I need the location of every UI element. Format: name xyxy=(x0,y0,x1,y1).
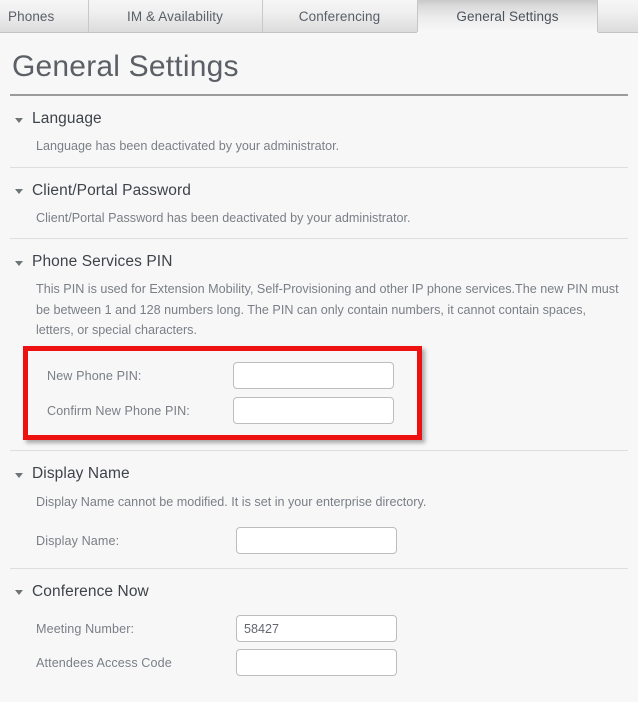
display-name-label: Display Name: xyxy=(36,533,120,548)
section-display-name-description: Display Name cannot be modified. It is s… xyxy=(36,494,427,509)
tab-conferencing[interactable]: Conferencing xyxy=(262,0,417,32)
phone-pin-fields: New Phone PIN: Confirm New Phone PIN: xyxy=(28,351,417,435)
section-phone-services-pin-description: This PIN is used for Extension Mobility,… xyxy=(36,282,619,338)
section-conference-now-header[interactable]: Conference Now xyxy=(10,583,628,600)
tab-general-settings[interactable]: General Settings xyxy=(417,0,598,33)
section-phone-services-pin: Phone Services PIN This PIN is used for … xyxy=(10,238,628,450)
caret-down-icon xyxy=(14,186,24,196)
tab-im-availability[interactable]: IM & Availability xyxy=(88,0,262,32)
attendees-access-code-input[interactable] xyxy=(236,649,397,677)
caret-down-icon xyxy=(14,115,24,125)
section-language: Language Language has been deactivated b… xyxy=(10,96,628,166)
tab-bar-filler xyxy=(598,0,638,32)
meeting-number-input[interactable] xyxy=(236,615,397,643)
field-row-confirm-new-phone-pin: Confirm New Phone PIN: xyxy=(47,393,417,428)
field-row-display-name: Display Name: xyxy=(36,524,628,558)
caret-down-icon xyxy=(14,470,24,480)
field-row-meeting-number: Meeting Number: xyxy=(36,612,628,646)
display-name-fields: Display Name: xyxy=(10,524,628,558)
page-body: General Settings Language Language has b… xyxy=(0,33,638,690)
field-row-new-phone-pin: New Phone PIN: xyxy=(47,358,417,393)
tab-bar: Phones IM & Availability Conferencing Ge… xyxy=(0,0,638,33)
section-conference-now: Conference Now Meeting Number: Attendees… xyxy=(10,567,628,690)
section-display-name: Display Name Display Name cannot be modi… xyxy=(10,450,628,567)
confirm-new-phone-pin-label: Confirm New Phone PIN: xyxy=(47,403,190,418)
section-phone-services-pin-header[interactable]: Phone Services PIN xyxy=(10,253,628,270)
section-client-portal-password: Client/Portal Password Client/Portal Pas… xyxy=(10,166,628,238)
caret-down-icon xyxy=(14,258,24,268)
conference-now-fields: Meeting Number: Attendees Access Code xyxy=(10,612,628,680)
section-conference-now-title: Conference Now xyxy=(32,582,149,600)
section-client-portal-password-description: Client/Portal Password has been deactiva… xyxy=(36,210,411,225)
section-language-description: Language has been deactivated by your ad… xyxy=(36,139,340,154)
tab-conferencing-label: Conferencing xyxy=(298,8,381,24)
confirm-new-phone-pin-input[interactable] xyxy=(233,397,394,425)
page-title: General Settings xyxy=(12,50,239,83)
new-phone-pin-input[interactable] xyxy=(233,362,394,390)
field-row-attendees-access-code: Attendees Access Code xyxy=(36,646,628,680)
caret-down-icon xyxy=(14,587,24,597)
section-display-name-header[interactable]: Display Name xyxy=(10,465,628,482)
phone-pin-highlight-annotation: New Phone PIN: Confirm New Phone PIN: xyxy=(23,346,422,441)
attendees-access-code-label: Attendees Access Code xyxy=(36,655,172,670)
section-phone-services-pin-title: Phone Services PIN xyxy=(32,253,173,271)
section-client-portal-password-header[interactable]: Client/Portal Password xyxy=(10,182,628,199)
tab-phones-label: Phones xyxy=(8,8,55,24)
tab-im-availability-label: IM & Availability xyxy=(127,8,223,24)
section-display-name-title: Display Name xyxy=(32,465,130,483)
section-language-header[interactable]: Language xyxy=(10,110,628,127)
new-phone-pin-label: New Phone PIN: xyxy=(47,368,142,383)
section-language-title: Language xyxy=(32,110,102,128)
tab-general-settings-label: General Settings xyxy=(456,8,559,24)
display-name-input[interactable] xyxy=(236,527,397,555)
section-client-portal-password-title: Client/Portal Password xyxy=(32,181,191,199)
tab-phones[interactable]: Phones xyxy=(0,0,88,32)
meeting-number-label: Meeting Number: xyxy=(36,621,135,636)
